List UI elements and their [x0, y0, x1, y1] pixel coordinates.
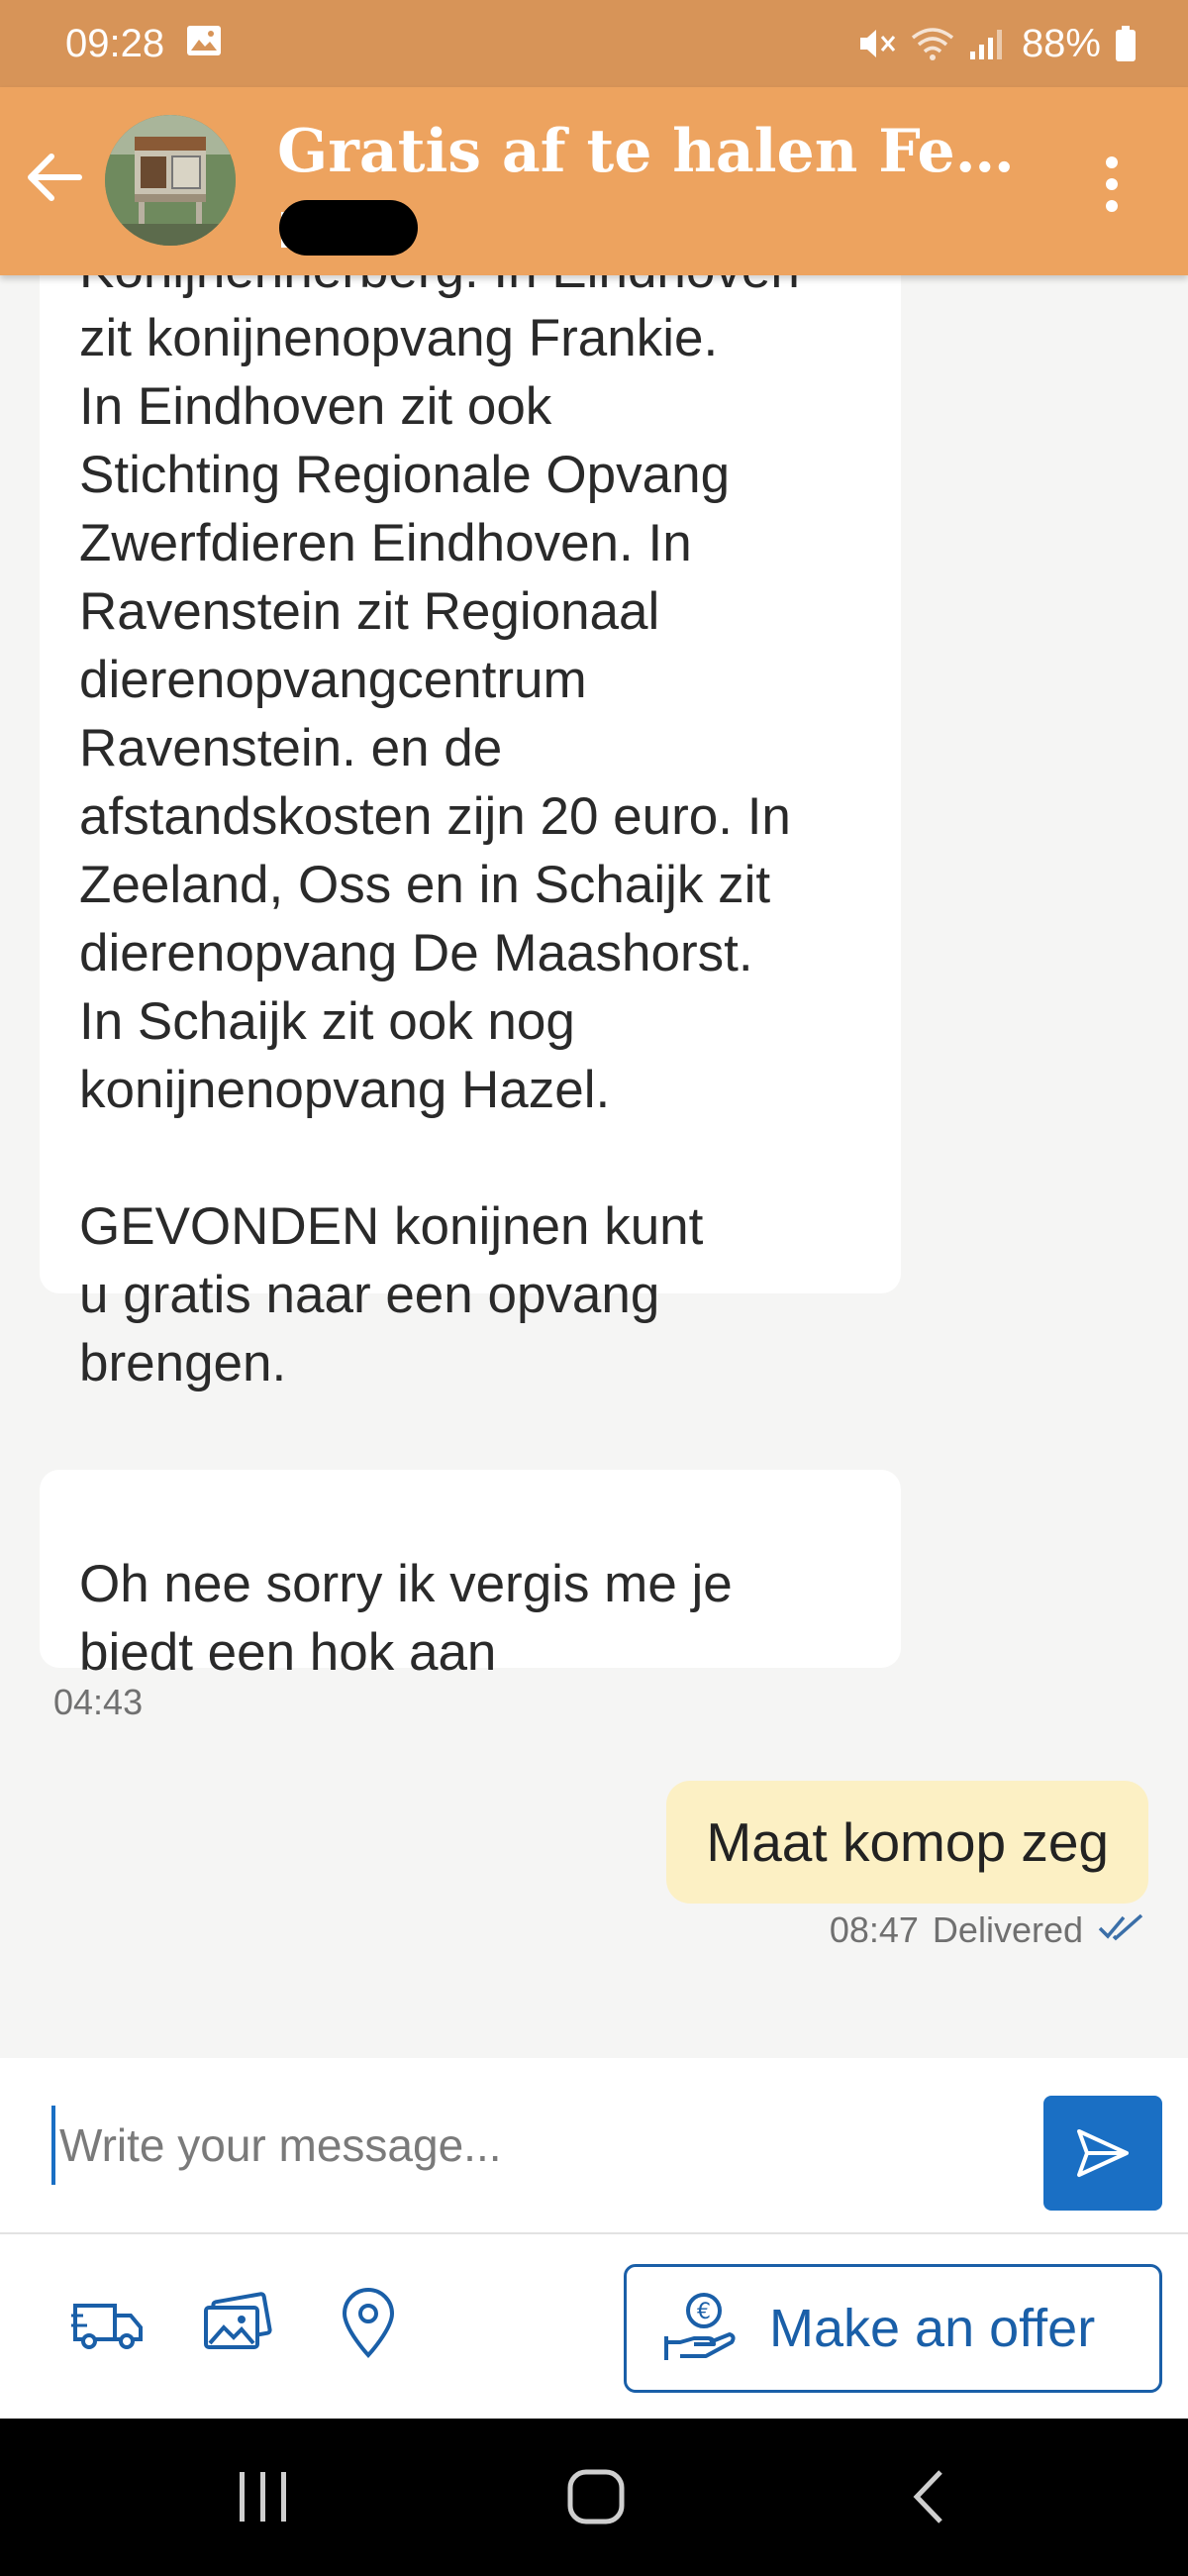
redacted-username [279, 200, 418, 256]
message-timestamp: 04:43 [53, 1682, 144, 1722]
make-offer-button[interactable]: € Make an offer [624, 2264, 1162, 2393]
photos-icon[interactable] [198, 2284, 277, 2363]
message-text: Konijnenherberg. In Eindhoven zit konijn… [79, 275, 800, 1392]
status-time: 09:28 [65, 21, 165, 65]
incoming-message: Konijnenherberg. In Eindhoven zit konijn… [40, 275, 901, 1392]
back-nav-button[interactable] [905, 2464, 954, 2534]
incoming-message: Oh nee sorry ik vergis me je biedt een h… [40, 1470, 901, 1682]
offer-hand-coin-icon: € [660, 2287, 740, 2371]
image-icon [186, 22, 222, 66]
system-nav-bar [0, 2419, 1188, 2576]
chat-title[interactable]: Gratis af te halen Ferpl... [277, 117, 1030, 186]
message-list[interactable]: Konijnenherberg. In Eindhoven zit konijn… [0, 275, 1188, 2058]
back-button[interactable] [22, 145, 87, 210]
home-button[interactable] [564, 2464, 630, 2534]
mute-icon [857, 26, 897, 61]
delivery-status: Delivered [932, 1909, 1083, 1950]
battery-text: 88% [1021, 21, 1101, 65]
outgoing-message: Maat komop zeg [666, 1781, 1148, 1904]
more-options-button[interactable] [1087, 149, 1137, 220]
signal-icon [968, 26, 1008, 61]
message-input[interactable] [51, 2106, 1002, 2185]
kebab-menu-icon [1106, 156, 1118, 212]
delivery-truck-icon[interactable] [69, 2284, 148, 2363]
send-button[interactable] [1043, 2096, 1162, 2211]
location-pin-icon[interactable] [329, 2284, 408, 2363]
message-timestamp: 08:47 [829, 1909, 919, 1950]
recent-apps-icon [240, 2472, 286, 2522]
message-text: Maat komop zeg [706, 1811, 1109, 1873]
svg-text:€: € [697, 2300, 711, 2324]
status-bar: 09:28 88% [0, 0, 1188, 87]
battery-icon [1115, 25, 1137, 62]
recent-apps-button[interactable] [234, 2464, 293, 2534]
outgoing-meta: 08:47 Delivered [830, 1909, 1144, 1951]
message-composer [0, 2058, 1188, 2234]
arrow-left-icon [28, 154, 82, 201]
rabbit-hutch-photo [105, 115, 236, 246]
wifi-icon [911, 26, 954, 61]
send-icon [1077, 2129, 1129, 2177]
home-icon [567, 2469, 625, 2524]
message-text: Oh nee sorry ik vergis me je biedt een h… [79, 1555, 733, 1682]
chat-actions: € Make an offer [0, 2234, 1188, 2419]
listing-avatar[interactable] [105, 115, 236, 246]
offer-label: Make an offer [769, 2299, 1096, 2358]
chat-header: Gratis af te halen Ferpl... [0, 87, 1188, 275]
chevron-left-icon [913, 2470, 942, 2524]
double-check-icon [1097, 1909, 1144, 1951]
